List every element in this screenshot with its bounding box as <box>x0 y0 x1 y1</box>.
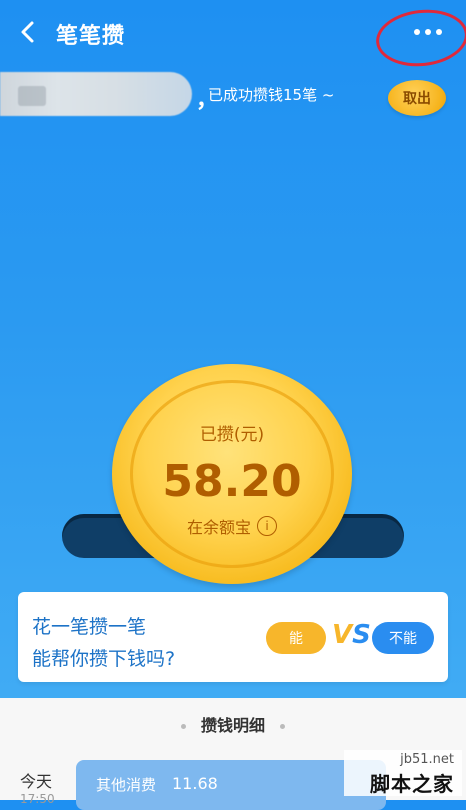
chevron-left-icon <box>21 21 34 43</box>
detail-header: 攒钱明细 <box>0 712 466 736</box>
detail-title: 攒钱明细 <box>200 716 265 735</box>
blurred-username <box>0 72 192 116</box>
promo-line-2: 能帮你攒下钱吗? <box>32 648 176 670</box>
back-button[interactable] <box>14 18 42 46</box>
saving-status-text: 已成功攒钱15笔 ~ <box>208 86 335 104</box>
saved-amount: 58.20 <box>162 456 302 507</box>
annotation-circle <box>373 5 466 71</box>
record-category: 其他消费 <box>96 776 157 794</box>
info-icon[interactable]: i <box>257 516 277 536</box>
no-button[interactable]: 不能 <box>372 622 434 654</box>
vs-v: V <box>332 620 353 650</box>
record-card[interactable]: 其他消费 11.68 <box>76 760 386 810</box>
vs-label: VS <box>332 620 371 650</box>
saved-label: 已攒(元) <box>199 425 265 445</box>
savings-coin[interactable]: 已攒(元) 58.20 在余额宝 i <box>112 364 352 584</box>
watermark-text: 脚本之家 <box>370 772 454 796</box>
record-day: 今天 <box>20 772 53 791</box>
saved-location-text: 在余额宝 <box>186 518 251 537</box>
yes-button[interactable]: 能 <box>266 622 326 654</box>
blurred-avatar <box>18 86 46 106</box>
bullet-right <box>280 724 286 729</box>
header: 笔笔攒 <box>0 0 466 71</box>
promo-line-1: 花一笔攒一笔 <box>32 616 147 638</box>
watermark-url: jb51.net <box>400 752 454 767</box>
withdraw-button[interactable]: 取出 <box>388 80 446 116</box>
watermark: jb51.net 脚本之家 <box>344 750 462 796</box>
record-time: 17:50 <box>20 792 55 806</box>
vs-s: S <box>352 620 371 650</box>
bullet-left <box>180 724 186 729</box>
page-title: 笔笔攒 <box>56 24 126 49</box>
record-amount: 11.68 <box>172 774 218 793</box>
saved-location: 在余额宝 i <box>112 514 352 538</box>
promo-card: 花一笔攒一笔 能帮你攒下钱吗? 能 VS 不能 <box>18 592 448 682</box>
